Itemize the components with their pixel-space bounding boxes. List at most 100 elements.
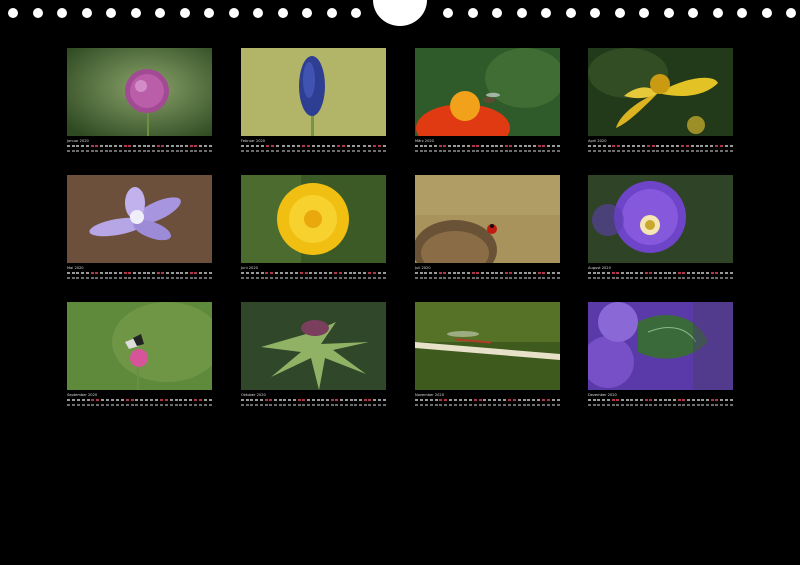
day-number-mark (67, 150, 70, 152)
day-number-mark (485, 277, 489, 279)
day-mark (363, 399, 367, 402)
day-number-mark (147, 277, 151, 279)
day-number-mark (419, 404, 423, 406)
day-mark (71, 272, 75, 275)
day-number-mark (86, 404, 90, 406)
day-mark (309, 272, 313, 275)
day-mark (710, 399, 714, 402)
day-mark (449, 399, 453, 402)
day-number-mark (419, 150, 423, 152)
month-cell-december[interactable]: Dezember 2020 (588, 302, 733, 407)
day-mark (617, 145, 621, 148)
day-number-mark (179, 404, 183, 406)
day-number-mark (311, 150, 315, 152)
day-mark (140, 399, 144, 402)
day-mark (340, 399, 344, 402)
day-mark (208, 399, 212, 402)
day-numbers (415, 404, 560, 407)
month-cell-july[interactable]: Juli 2020 (415, 175, 560, 280)
month-cell-november[interactable]: November 2020 (415, 302, 560, 407)
month-cell-january[interactable]: Januar 2020 (67, 48, 212, 153)
day-mark (256, 145, 260, 148)
day-mark (607, 145, 611, 148)
day-strip (415, 145, 560, 149)
day-mark (676, 145, 680, 148)
day-number-mark (329, 277, 333, 279)
day-mark (682, 272, 686, 275)
day-mark (720, 145, 724, 148)
day-mark (246, 145, 250, 148)
photo-grape-hyacinth (241, 48, 386, 136)
day-mark (352, 145, 356, 148)
day-number-mark (680, 150, 684, 152)
day-mark (495, 145, 499, 148)
day-mark (602, 145, 606, 148)
day-number-mark (666, 150, 670, 152)
day-number-mark (316, 150, 320, 152)
month-cell-june[interactable]: Juni 2020 (241, 175, 386, 280)
month-cell-october[interactable]: Oktober 2020 (241, 302, 386, 407)
day-strip (67, 399, 212, 403)
day-number-mark (194, 150, 198, 152)
day-mark (203, 399, 207, 402)
day-number-mark (639, 277, 643, 279)
day-mark (194, 145, 198, 148)
day-mark (170, 272, 174, 275)
month-cell-april[interactable]: April 2020 (588, 48, 733, 153)
day-number-mark (532, 150, 536, 152)
day-number-mark (452, 150, 456, 152)
day-mark (677, 272, 681, 275)
day-mark (429, 272, 433, 275)
day-number-mark (454, 404, 458, 406)
day-number-mark (283, 404, 287, 406)
day-mark (363, 272, 367, 275)
month-cell-august[interactable]: August 2020 (588, 175, 733, 280)
day-mark (357, 145, 361, 148)
month-cell-march[interactable]: März 2020 (415, 48, 560, 153)
day-number-mark (625, 277, 629, 279)
day-mark (592, 272, 596, 275)
day-number-mark (100, 150, 104, 152)
day-number-mark (291, 150, 295, 152)
day-mark (372, 145, 376, 148)
day-number-mark (109, 277, 113, 279)
month-cell-may[interactable]: Mai 2020 (67, 175, 212, 280)
month-cell-september[interactable]: September 2020 (67, 302, 212, 407)
day-number-mark (199, 404, 203, 406)
day-mark (120, 399, 124, 402)
day-number-mark (641, 150, 645, 152)
day-mark (276, 145, 280, 148)
month-label: April 2020 (588, 139, 607, 143)
day-number-mark (617, 150, 621, 152)
day-mark (429, 399, 433, 402)
day-number-mark (151, 277, 155, 279)
day-mark (551, 399, 555, 402)
day-mark (715, 145, 719, 148)
day-mark (424, 272, 428, 275)
day-number-mark (588, 277, 591, 279)
hanger-cutout (373, 0, 427, 26)
day-mark (556, 399, 560, 402)
month-cell-february[interactable]: Februar 2020 (241, 48, 386, 153)
day-number-mark (96, 404, 100, 406)
day-number-mark (325, 404, 329, 406)
day-mark (630, 399, 634, 402)
day-number-mark (466, 150, 470, 152)
day-number-mark (691, 404, 695, 406)
photo-hepatica-flower (67, 175, 212, 263)
day-mark (527, 399, 531, 402)
day-number-mark (656, 150, 660, 152)
day-mark (715, 272, 719, 275)
day-number-mark (203, 277, 207, 279)
day-mark (419, 399, 423, 402)
day-mark (100, 272, 104, 275)
day-mark (462, 145, 466, 148)
month-label: Februar 2020 (241, 139, 266, 143)
day-number-mark (271, 150, 275, 152)
day-mark (128, 272, 132, 275)
day-number-mark (551, 277, 555, 279)
day-mark (616, 399, 620, 402)
day-number-mark (180, 150, 184, 152)
day-mark (159, 399, 163, 402)
day-number-mark (100, 277, 104, 279)
